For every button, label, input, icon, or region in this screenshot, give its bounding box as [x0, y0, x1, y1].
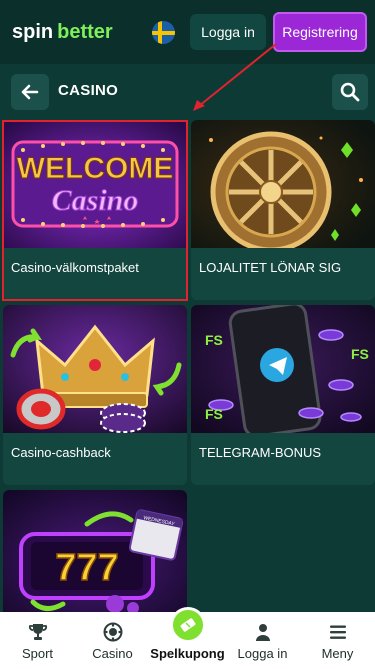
chip-icon: [103, 622, 122, 642]
slot-777-art-text: 777: [55, 547, 118, 589]
slot-777-image: 777 WEDNESDAY: [3, 490, 187, 618]
nav-menu[interactable]: Meny: [300, 612, 375, 669]
telegram-bonus-image: FS FS FS: [191, 305, 375, 433]
nav-login-label: Logga in: [237, 646, 288, 661]
card-label: LOJALITET LÖNAR SIG: [199, 260, 342, 275]
nav-menu-label: Meny: [321, 646, 354, 661]
loyalty-wheel-image: [191, 120, 375, 248]
search-icon: [340, 82, 360, 102]
nav-spelkupong-label: Spelkupong: [150, 646, 225, 661]
trophy-icon: [28, 624, 47, 640]
fs-art-text-2: FS: [351, 346, 369, 362]
menu-icon: [329, 625, 346, 639]
spinbetter-logo[interactable]: spin better: [12, 21, 113, 44]
nav-casino-label: Casino: [92, 646, 133, 661]
arrow-left-icon: [21, 84, 39, 100]
login-button[interactable]: Logga in: [190, 14, 266, 50]
card-label: Casino-cashback: [11, 445, 111, 460]
user-icon: [255, 624, 270, 641]
ticket-icon: [180, 618, 195, 632]
back-button[interactable]: [11, 74, 49, 110]
card-label: TELEGRAM-BONUS: [199, 445, 322, 460]
nav-login[interactable]: Logga in: [225, 612, 300, 669]
promo-card-loyalty[interactable]: LOJALITET LÖNAR SIG: [191, 120, 375, 300]
nav-spelkupong[interactable]: Spelkupong: [150, 607, 225, 669]
nav-sport[interactable]: Sport: [0, 612, 75, 669]
search-button[interactable]: [332, 74, 368, 110]
highlight-box: [2, 120, 188, 301]
bottom-navigation: Sport Casino Spelkupong Logga in Meny: [0, 607, 375, 669]
fs-art-text-1: FS: [205, 332, 223, 348]
logo-better-text: better: [57, 20, 113, 43]
cashback-crown-image: [3, 305, 187, 433]
nav-casino[interactable]: Casino: [75, 612, 150, 669]
promo-card-cashback[interactable]: Casino-cashback: [3, 305, 187, 485]
promo-card-telegram[interactable]: FS FS FS TELEGRAM-BONUS: [191, 305, 375, 485]
logo-spin-text: spin: [12, 20, 54, 43]
page-title: CASINO: [58, 82, 119, 99]
nav-sport-label: Sport: [21, 646, 54, 661]
fs-art-text-3: FS: [205, 406, 223, 422]
register-button[interactable]: Registrering: [273, 12, 367, 52]
sweden-flag-icon[interactable]: [152, 21, 175, 44]
